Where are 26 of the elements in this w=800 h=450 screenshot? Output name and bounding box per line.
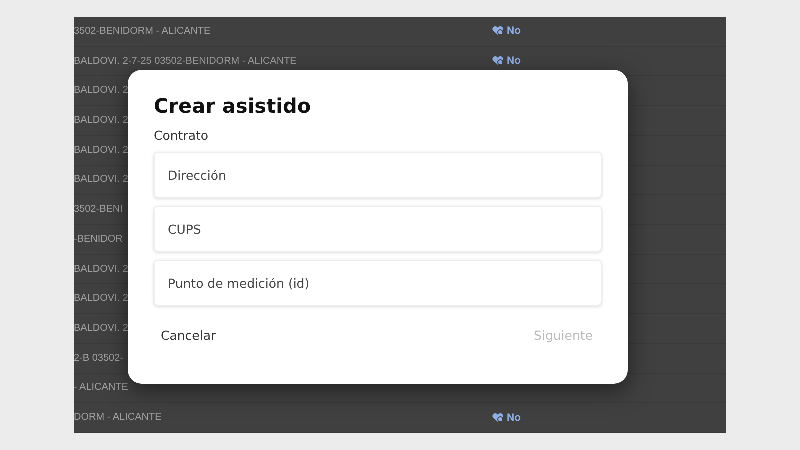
- table-cell: BALDOVI. 2: [74, 264, 128, 275]
- table-cell: BALDOVI. 2: [74, 115, 128, 126]
- table-cell: BALDOVI. 2: [74, 293, 128, 304]
- table-cell: 2-B 03502-: [74, 352, 124, 364]
- table-cell: 3502-BENI: [74, 204, 123, 216]
- table-cell: 3502-BENIDORM - ALICANTE: [74, 26, 211, 37]
- table-cell: -BENIDOR: [74, 234, 123, 245]
- table-cell: No: [507, 412, 521, 424]
- table-cell: No: [507, 55, 521, 68]
- table-cell: BALDOVI. 2: [74, 85, 128, 96]
- input-field[interactable]: Punto de medición (id): [154, 260, 602, 306]
- section-label: Contrato: [154, 128, 210, 143]
- table-cell: DORM - ALICANTE: [74, 412, 162, 424]
- hearts-icon: [492, 412, 504, 423]
- dialog-title: Crear asistido: [154, 94, 312, 118]
- table-cell: BALDOVI. 2: [74, 323, 128, 334]
- input-field[interactable]: Dirección: [154, 152, 602, 198]
- hearts-icon: [492, 56, 504, 66]
- table-cell: BALDOVI. 2-7-25 03502-BENIDORM - ALICANTE: [74, 56, 297, 67]
- table-cell: BALDOVI. 2: [74, 174, 128, 186]
- table-cell: No: [507, 25, 521, 38]
- hearts-icon: [492, 26, 504, 36]
- table-cell: BALDOVI. 2: [74, 144, 128, 156]
- input-field[interactable]: CUPS: [154, 206, 602, 252]
- cancel-button[interactable]: Cancelar: [158, 324, 220, 347]
- table-cell: - ALICANTE: [74, 382, 128, 394]
